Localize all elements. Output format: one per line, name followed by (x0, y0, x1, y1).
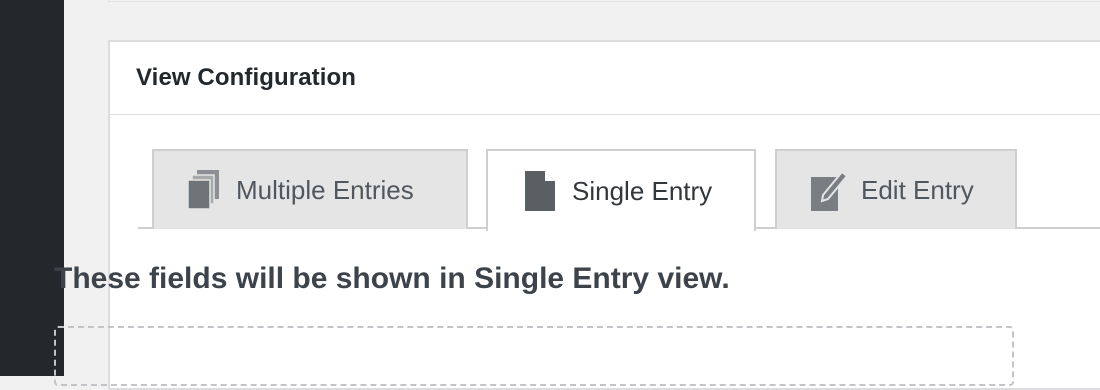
tab-edit-entry[interactable]: Edit Entry (775, 149, 1017, 229)
document-icon (522, 170, 558, 212)
multiple-documents-icon (186, 169, 222, 211)
tab-label: Multiple Entries (236, 174, 414, 205)
section-heading: These fields will be shown in Single Ent… (54, 262, 730, 295)
admin-sidebar (0, 0, 64, 376)
tab-single-entry[interactable]: Single Entry (486, 149, 756, 231)
view-tabs: Multiple Entries Single Entry Edit Entry (138, 149, 1100, 231)
tab-multiple-entries[interactable]: Multiple Entries (152, 149, 468, 229)
metabox-header: View Configuration (110, 42, 1100, 115)
tab-label: Single Entry (572, 175, 713, 206)
edit-document-icon (811, 169, 847, 211)
metabox-title: View Configuration (136, 64, 357, 91)
top-panel-edge (108, 0, 1100, 2)
fields-dropzone[interactable] (54, 326, 1014, 386)
tab-label: Edit Entry (861, 174, 974, 205)
